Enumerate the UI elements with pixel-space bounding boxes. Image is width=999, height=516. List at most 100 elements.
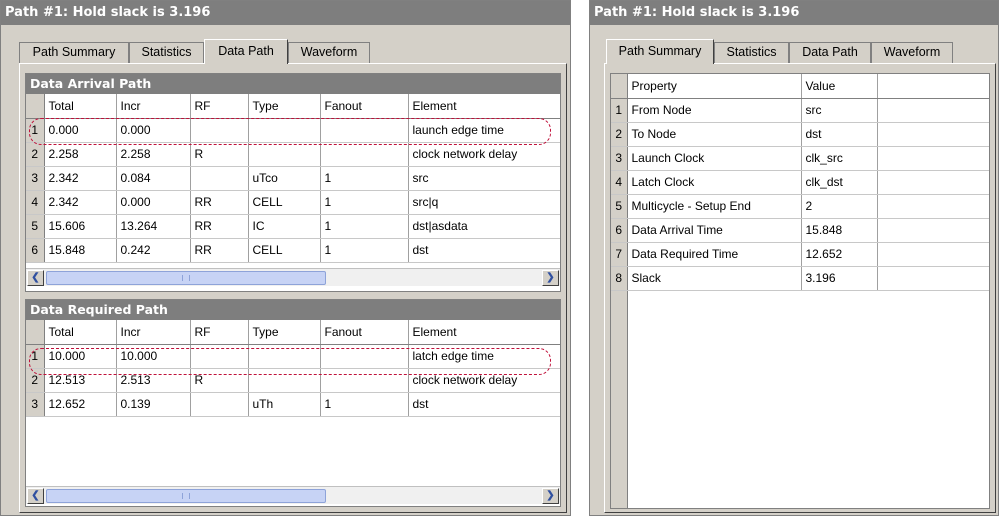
tab-path-summary[interactable]: Path Summary	[19, 42, 129, 63]
tab-path-summary[interactable]: Path Summary	[606, 39, 714, 64]
table-row[interactable]: 5 15.606 13.264 RR IC 1 dst|asdata	[26, 214, 560, 239]
arrow-right-icon[interactable]: ❯	[542, 270, 559, 286]
cell-total: 12.652	[44, 392, 117, 417]
table-row[interactable]: 8 Slack 3.196	[611, 266, 989, 291]
scrollbar-thumb[interactable]	[46, 271, 326, 285]
cell-value: dst	[801, 122, 878, 147]
cell-incr: 2.513	[116, 368, 191, 393]
arrow-left-icon[interactable]: ❮	[27, 488, 44, 504]
arrow-right-icon[interactable]: ❯	[542, 488, 559, 504]
cell-property: Slack	[627, 266, 802, 291]
table-row[interactable]: 2 To Node dst	[611, 122, 989, 147]
cell-rf	[190, 392, 249, 417]
column-header-type[interactable]: Type	[248, 320, 321, 345]
table-row[interactable]: 2 2.258 2.258 R clock network delay	[26, 142, 560, 167]
column-header-type[interactable]: Type	[248, 94, 321, 119]
required-horizontal-scrollbar[interactable]: ❮ ❯	[26, 486, 560, 504]
cell-rf	[190, 344, 249, 369]
left-panel-title: Path #1: Hold slack is 3.196	[1, 1, 570, 25]
table-row[interactable]: 7 Data Required Time 12.652	[611, 242, 989, 267]
cell-incr: 0.084	[116, 166, 191, 191]
column-header-total[interactable]: Total	[44, 320, 117, 345]
cell-incr: 0.242	[116, 238, 191, 263]
cell-value: 15.848	[801, 218, 878, 243]
left-tab-bar: Path Summary Statistics Data Path Wavefo…	[19, 39, 559, 64]
tab-statistics[interactable]: Statistics	[129, 42, 204, 63]
cell-element: dst	[408, 392, 560, 417]
scrollbar-thumb[interactable]	[46, 489, 326, 503]
arrow-left-icon[interactable]: ❮	[27, 270, 44, 286]
column-header-fanout[interactable]: Fanout	[320, 94, 409, 119]
table-row[interactable]: 3 12.652 0.139 uTh 1 dst	[26, 392, 560, 417]
column-header-fanout[interactable]: Fanout	[320, 320, 409, 345]
column-header-element[interactable]: Element	[408, 94, 560, 119]
table-row[interactable]: 3 Launch Clock clk_src	[611, 146, 989, 171]
row-number: 6	[26, 238, 45, 263]
cell-type	[248, 368, 321, 393]
row-number: 7	[611, 242, 628, 267]
cell-fanout: 1	[320, 238, 409, 263]
column-header-value[interactable]: Value	[801, 74, 878, 99]
row-number: 3	[26, 166, 45, 191]
cell-fanout: 1	[320, 190, 409, 215]
cell-total: 15.606	[44, 214, 117, 239]
cell-element: latch edge time	[408, 344, 560, 369]
table-row[interactable]: 4 2.342 0.000 RR CELL 1 src|q	[26, 190, 560, 215]
cell-empty	[877, 170, 989, 195]
table-row[interactable]: 2 12.513 2.513 R clock network delay	[26, 368, 560, 393]
table-row[interactable]: 5 Multicycle - Setup End 2	[611, 194, 989, 219]
table-row[interactable]: 6 15.848 0.242 RR CELL 1 dst	[26, 238, 560, 263]
column-header-property[interactable]: Property	[627, 74, 802, 99]
row-number: 2	[26, 142, 45, 167]
cell-property: To Node	[627, 122, 802, 147]
cell-element: src	[408, 166, 560, 191]
cell-value: 12.652	[801, 242, 878, 267]
tab-statistics[interactable]: Statistics	[714, 42, 789, 63]
cell-incr: 0.000	[116, 190, 191, 215]
table-row[interactable]: 4 Latch Clock clk_dst	[611, 170, 989, 195]
table-row[interactable]: 1 10.000 10.000 latch edge time	[26, 344, 560, 369]
arrival-horizontal-scrollbar[interactable]: ❮ ❯	[26, 268, 560, 286]
cell-fanout	[320, 142, 409, 167]
cell-type: uTh	[248, 392, 321, 417]
row-header-strip	[611, 291, 628, 508]
data-required-path-title: Data Required Path	[26, 300, 560, 320]
column-header-rf[interactable]: RF	[190, 94, 249, 119]
cell-total: 0.000	[44, 118, 117, 143]
cell-incr: 0.139	[116, 392, 191, 417]
cell-empty	[877, 122, 989, 147]
arrival-header-row: Total Incr RF Type Fanout Element	[26, 94, 560, 119]
cell-rf: RR	[190, 190, 249, 215]
cell-incr: 2.258	[116, 142, 191, 167]
cell-fanout: 1	[320, 392, 409, 417]
column-header-element[interactable]: Element	[408, 320, 560, 345]
cell-fanout	[320, 368, 409, 393]
grip-icon	[182, 493, 190, 499]
cell-total: 2.342	[44, 166, 117, 191]
cell-rf: RR	[190, 214, 249, 239]
table-row[interactable]: 3 2.342 0.084 uTco 1 src	[26, 166, 560, 191]
column-header-total[interactable]: Total	[44, 94, 117, 119]
column-header-rf[interactable]: RF	[190, 320, 249, 345]
cell-empty	[877, 98, 989, 123]
tab-data-path[interactable]: Data Path	[789, 42, 871, 63]
table-row[interactable]: 1 0.000 0.000 launch edge time	[26, 118, 560, 143]
cell-fanout: 1	[320, 166, 409, 191]
cell-fanout: 1	[320, 214, 409, 239]
column-header-incr[interactable]: Incr	[116, 94, 191, 119]
tab-data-path[interactable]: Data Path	[204, 39, 288, 64]
cell-element: clock network delay	[408, 142, 560, 167]
column-header-incr[interactable]: Incr	[116, 320, 191, 345]
row-number-header	[26, 320, 45, 345]
cell-value: 2	[801, 194, 878, 219]
cell-rf: R	[190, 368, 249, 393]
row-number-header	[611, 74, 628, 99]
cell-empty	[877, 266, 989, 291]
tab-waveform[interactable]: Waveform	[871, 42, 953, 63]
required-header-row: Total Incr RF Type Fanout Element	[26, 320, 560, 345]
tab-waveform[interactable]: Waveform	[288, 42, 370, 63]
table-row[interactable]: 6 Data Arrival Time 15.848	[611, 218, 989, 243]
cell-empty	[877, 242, 989, 267]
table-row[interactable]: 1 From Node src	[611, 98, 989, 123]
row-number-header	[26, 94, 45, 119]
